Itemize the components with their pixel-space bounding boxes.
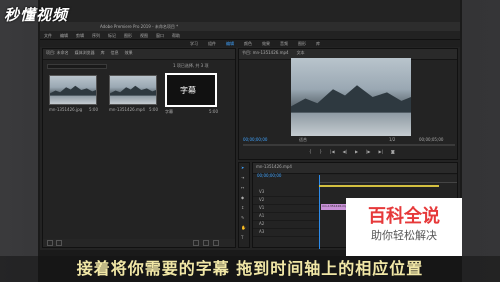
project-bottom-toolbar [43, 239, 235, 247]
menu-clip[interactable]: 剪辑 [76, 33, 84, 38]
thumb-mountains [50, 85, 96, 96]
track-headers: V3 V2 V1 A1 A2 A3 [253, 189, 319, 237]
preview-mountains [291, 85, 411, 113]
workspace-graphics[interactable]: 图形 [298, 41, 306, 46]
workspace-editing[interactable]: 编辑 [226, 41, 234, 46]
media-duration-jpg: 5:00 [89, 107, 98, 112]
thumb-mountains [110, 85, 156, 96]
program-preview [291, 58, 411, 136]
tab-libraries[interactable]: 库 [101, 50, 105, 58]
slip-tool-icon[interactable]: ↕ [241, 205, 244, 210]
track-v2[interactable]: V2 [253, 197, 319, 205]
list-view-icon[interactable] [47, 240, 53, 246]
search-input[interactable] [47, 64, 107, 69]
workspace-libraries[interactable]: 库 [316, 41, 320, 46]
trash-icon[interactable] [213, 240, 219, 246]
mark-in-icon[interactable]: { [309, 149, 312, 154]
tab-info[interactable]: 信息 [111, 50, 119, 58]
track-v3[interactable]: V3 [253, 189, 319, 197]
razor-tool-icon[interactable]: ◆ [241, 195, 244, 200]
step-back-icon[interactable]: ◀| [343, 149, 347, 154]
menu-window[interactable]: 窗口 [156, 33, 164, 38]
new-item-icon[interactable] [203, 240, 209, 246]
program-timecode: 00;00;00;00 [243, 137, 268, 142]
tutorial-caption: 接着将你需要的字幕 拖到时间轴上的相应位置 [76, 259, 424, 278]
workspace-audio[interactable]: 音频 [280, 41, 288, 46]
mark-out-icon[interactable]: } [320, 149, 323, 154]
workspace-bar: 学习 组件 编辑 颜色 效果 音频 图形 库 [40, 40, 460, 47]
menu-sequence[interactable]: 序列 [92, 33, 100, 38]
timeline-timecode: 00;00;00;00 [257, 173, 282, 178]
tools-panel: ➤ ⇥ ↔ ◆ ↕ ✎ ✋ T [238, 162, 250, 248]
program-monitor: 节目: mn-1351426.mp4 文本 00;00;00;00 适合 1/2… [238, 48, 458, 160]
track-a1[interactable]: A1 [253, 213, 319, 221]
workspace-color[interactable]: 颜色 [244, 41, 252, 46]
type-tool-icon[interactable]: T [241, 235, 243, 240]
tab-text[interactable]: 文本 [297, 50, 305, 58]
menu-file[interactable]: 文件 [44, 33, 52, 38]
step-forward-icon[interactable]: |▶ [366, 149, 370, 154]
icon-view-icon[interactable] [56, 240, 62, 246]
track-a3[interactable]: A3 [253, 229, 319, 237]
menu-marker[interactable]: 标记 [108, 33, 116, 38]
media-duration-mp4: 5:00 [149, 107, 158, 112]
track-v1[interactable]: V1 [253, 205, 319, 213]
workspace-assembly[interactable]: 组件 [208, 41, 216, 46]
menu-bar: 文件 编辑 剪辑 序列 标记 图形 视图 窗口 帮助 [40, 31, 460, 40]
tab-project[interactable]: 项目: 未命名 [46, 50, 69, 58]
menu-graphics[interactable]: 图形 [124, 33, 132, 38]
menu-view[interactable]: 视图 [140, 33, 148, 38]
baike-badge: 百科全说 助你轻松解决 [346, 198, 462, 256]
go-to-out-icon[interactable]: ▶| [378, 149, 382, 154]
tab-effects[interactable]: 效果 [125, 50, 133, 58]
media-thumb-mp4[interactable] [109, 75, 157, 105]
track-select-icon[interactable]: ⇥ [241, 175, 244, 180]
selection-count: 1 项已选择, 共 3 项 [173, 63, 209, 68]
menu-edit[interactable]: 编辑 [60, 33, 68, 38]
track-a2[interactable]: A2 [253, 221, 319, 229]
tab-program[interactable]: 节目: mn-1351426.mp4 [242, 50, 289, 58]
media-thumb-jpg[interactable] [49, 75, 97, 105]
media-name-jpg: mn-1351426.jpg [49, 107, 83, 112]
play-icon[interactable]: ▶ [355, 149, 358, 154]
media-name-caption: 字幕 [165, 109, 173, 114]
export-frame-icon[interactable]: ◙ [391, 149, 395, 154]
fit-dropdown[interactable]: 适合 [299, 137, 307, 142]
program-duration: 00;00;05;00 [419, 137, 444, 142]
ripple-edit-icon[interactable]: ↔ [241, 185, 244, 190]
project-panel: 项目: 未命名 媒体浏览器 库 信息 效果 1 项已选择, 共 3 项 mn-1… [42, 48, 236, 248]
time-ruler[interactable] [319, 175, 457, 183]
media-duration-caption: 5:00 [209, 109, 218, 114]
timeline-tab[interactable]: mn-1351426.mp4 [256, 164, 292, 169]
pen-tool-icon[interactable]: ✎ [241, 215, 244, 220]
workspace-effects[interactable]: 效果 [262, 41, 270, 46]
selection-tool-icon[interactable]: ➤ [241, 165, 244, 170]
window-title: Adobe Premiere Pro 2019 - 未命名项目 * [100, 24, 179, 29]
baike-title: 百科全说 [368, 206, 440, 227]
tab-media-browser[interactable]: 媒体浏览器 [75, 50, 95, 58]
media-thumb-caption[interactable]: 字幕 [165, 73, 217, 107]
media-name-mp4: mn-1351426.mp4 [109, 107, 145, 112]
title-bar: Adobe Premiere Pro 2019 - 未命名项目 * [40, 22, 460, 31]
menu-help[interactable]: 帮助 [172, 33, 180, 38]
new-bin-icon[interactable] [193, 240, 199, 246]
work-area-bar[interactable] [319, 185, 439, 187]
baike-subtitle: 助你轻松解决 [371, 229, 437, 242]
clip-label: mn-1351426.mp4 [322, 204, 349, 208]
program-scrubber[interactable] [243, 144, 455, 146]
hand-tool-icon[interactable]: ✋ [241, 225, 246, 230]
caption-thumb-text: 字幕 [180, 86, 196, 95]
resolution-dropdown[interactable]: 1/2 [389, 137, 395, 142]
go-to-in-icon[interactable]: |◀ [330, 149, 334, 154]
workspace-learn[interactable]: 学习 [190, 41, 198, 46]
